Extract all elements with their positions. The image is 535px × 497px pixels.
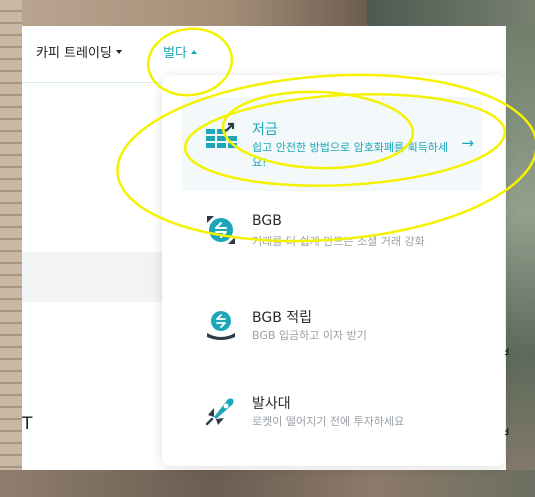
photo-top-right-edge xyxy=(367,0,535,26)
menu-item-description: 거래를 더 쉽게 만드는 소셜 거래 강화 xyxy=(252,235,425,248)
bgb-earn-icon xyxy=(207,311,235,340)
nav-earn-label: 벌다 xyxy=(163,46,187,61)
menu-item-bgb[interactable]: BGB 거래를 더 쉽게 만드는 소셜 거래 강화 xyxy=(182,191,482,285)
content-placeholder xyxy=(22,252,162,302)
photo-bottom-edge xyxy=(0,470,535,497)
chevron-up-icon xyxy=(190,49,197,54)
arrow-right-icon: → xyxy=(461,134,474,152)
menu-item-bgb-earn[interactable]: BGB 적립 BGB 입금하고 이자 받기 xyxy=(182,285,482,379)
menu-item-description: 쉽고 안전한 방법으로 암호화폐를 획득하세요! xyxy=(252,141,449,169)
chevron-down-icon xyxy=(115,49,122,54)
nav-copy-trading-label: 카피 트레이딩 xyxy=(36,46,112,61)
savings-icon xyxy=(206,122,237,148)
menu-item-launchpad[interactable]: 발사대 로켓이 떨어지기 전에 투자하세요 xyxy=(182,375,482,469)
menu-item-description: 로켓이 떨어지기 전에 투자하세요 xyxy=(252,415,405,428)
earn-dropdown-menu: 저금 쉽고 안전한 방법으로 암호화폐를 획득하세요! → BGB 거래를 더 … xyxy=(162,75,505,466)
menu-item-title: 저금 xyxy=(252,122,278,138)
menu-item-description: BGB 입금하고 이자 받기 xyxy=(252,329,367,342)
calendar-photo-edge xyxy=(0,0,22,497)
menu-item-savings[interactable]: 저금 쉽고 안전한 방법으로 암호화폐를 획득하세요! → xyxy=(182,97,482,191)
nav-copy-trading[interactable]: 카피 트레이딩 xyxy=(36,42,122,61)
menu-item-title: 발사대 xyxy=(252,396,291,412)
photo-top-edge xyxy=(22,0,367,26)
rocket-icon xyxy=(205,398,234,426)
nav-earn[interactable]: 벌다 xyxy=(163,42,197,61)
partial-text: T xyxy=(22,414,33,434)
bgb-coin-icon xyxy=(207,216,235,244)
menu-item-title: BGB xyxy=(252,213,282,229)
menu-item-title: BGB 적립 xyxy=(252,310,313,326)
